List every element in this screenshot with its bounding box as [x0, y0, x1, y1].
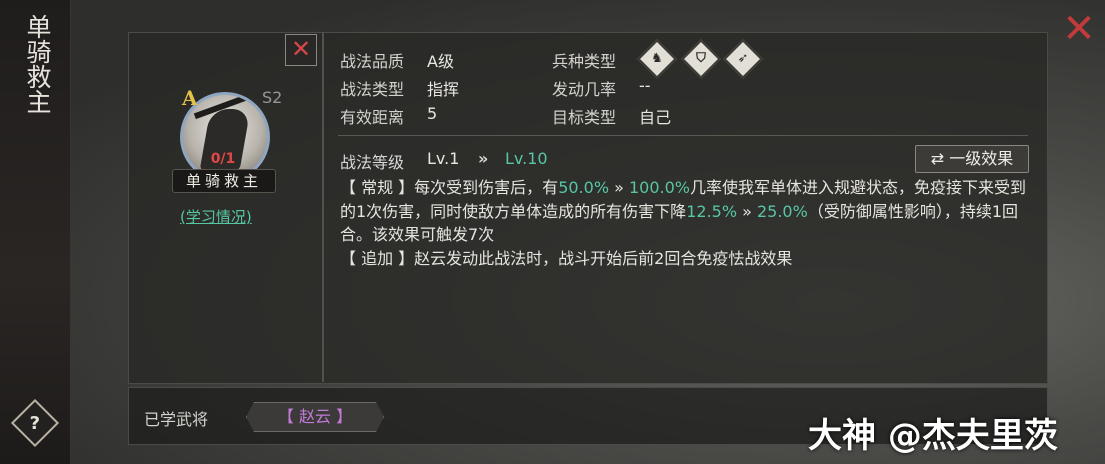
grade-badge: A [182, 86, 198, 110]
learned-general-label: 已学武将 [144, 410, 209, 429]
level-arrow-icon: » [478, 149, 489, 168]
rate-value: -- [639, 76, 651, 95]
target-value: 自己 [639, 108, 672, 127]
troop-label: 兵种类型 [552, 52, 617, 71]
type-label: 战法类型 [340, 80, 405, 99]
quality-value: A级 [427, 52, 454, 71]
card-close-button[interactable]: ✕ [285, 34, 317, 66]
side-title: 单骑救主 [23, 14, 52, 114]
effect-pct-3: 12.5% [686, 201, 738, 221]
level-current: Lv.1 [427, 149, 460, 168]
level-label: 战法等级 [340, 153, 405, 172]
effect-text-a: 【 常规 】每次受到伤害后，有 [340, 178, 559, 197]
effect-description: 【 常规 】每次受到伤害后，有50.0% » 100.0%几率使我军单体进入规避… [340, 176, 1035, 270]
target-label: 目标类型 [552, 108, 617, 127]
effect-pct-2: 100.0% [628, 178, 690, 197]
skill-name: 单骑救主 [172, 169, 276, 193]
learn-status-link[interactable]: (学习情况) [180, 206, 252, 227]
type-value: 指挥 [427, 80, 460, 99]
range-label: 有效距离 [340, 108, 405, 127]
help-icon: ? [29, 412, 41, 434]
effect-arrow-1: » [609, 178, 629, 197]
info-separator [338, 135, 1028, 136]
watermark: 大神 @杰夫里茨 [808, 416, 1058, 456]
quality-label: 战法品质 [340, 52, 405, 71]
panel-divider [322, 32, 324, 382]
effect-arrow-2: » [737, 201, 757, 221]
range-value: 5 [427, 104, 438, 123]
level-max: Lv.10 [505, 149, 548, 168]
effect-text-extra: 【 追加 】赵云发动此战法时，战斗开始后前2回合免疫怯战效果 [340, 248, 793, 268]
rate-label: 发动几率 [552, 80, 617, 99]
level-effect-button[interactable]: ⇄ 一级效果 [915, 145, 1029, 173]
general-chip[interactable]: 【 赵云 】 [246, 402, 384, 432]
season-tag: S2 [262, 88, 283, 107]
close-icon[interactable]: ✕ [1062, 9, 1096, 49]
count-tag: 0/1 [210, 151, 236, 167]
effect-pct-1: 50.0% [558, 178, 610, 197]
effect-pct-4: 25.0% [756, 201, 808, 221]
